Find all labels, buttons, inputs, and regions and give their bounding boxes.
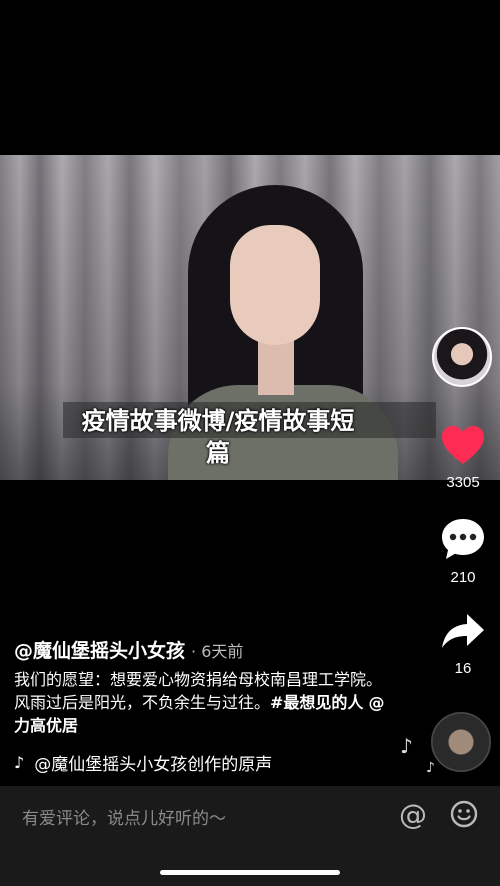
- like-count: 3305: [446, 474, 480, 491]
- music-line[interactable]: ♪ @魔仙堡摇头小女孩创作的原声: [14, 750, 274, 775]
- home-indicator: [160, 870, 340, 875]
- author-line[interactable]: @魔仙堡摇头小女孩 · 6天前: [14, 636, 243, 663]
- author-name[interactable]: @魔仙堡摇头小女孩: [14, 640, 185, 662]
- comment-bar: 有爱评论，说点儿好听的～ @: [0, 786, 500, 886]
- like-button[interactable]: 3305: [428, 424, 498, 491]
- hashtag-link[interactable]: #最想见的人: [270, 693, 363, 712]
- post-description: 我们的愿望：想要爱心物资捐给母校南昌理工学院。风雨过后是阳光，不负余生与过往。#…: [14, 668, 386, 737]
- emoji-icon[interactable]: [449, 800, 479, 830]
- comment-icon: [442, 519, 484, 559]
- author-avatar[interactable]: [432, 327, 492, 387]
- heart-icon: [442, 426, 484, 464]
- video-title-overlay: 疫情故事微博/疫情故事短 篇: [0, 405, 436, 469]
- subject-face: [230, 225, 320, 345]
- title-line-1: 疫情故事微博/疫情故事短: [81, 407, 355, 435]
- at-mention-icon[interactable]: @: [398, 800, 428, 830]
- smiley-icon: [450, 800, 478, 828]
- comment-input[interactable]: 有爱评论，说点儿好听的～: [22, 804, 226, 829]
- comment-count: 210: [450, 569, 476, 586]
- music-note-small-icon: ♪: [426, 760, 435, 776]
- tiktok-logo-icon: ♪: [14, 753, 25, 772]
- music-disc[interactable]: [431, 712, 491, 772]
- share-count: 16: [454, 660, 472, 677]
- comment-button[interactable]: 210: [428, 517, 498, 586]
- music-title: @魔仙堡摇头小女孩创作的原声: [34, 755, 273, 775]
- share-button[interactable]: 16: [428, 612, 498, 677]
- title-line-2: 篇: [206, 439, 230, 467]
- music-note-icon: ♪: [400, 734, 413, 758]
- share-arrow-icon: [442, 614, 484, 648]
- post-time: · 6天前: [191, 642, 244, 661]
